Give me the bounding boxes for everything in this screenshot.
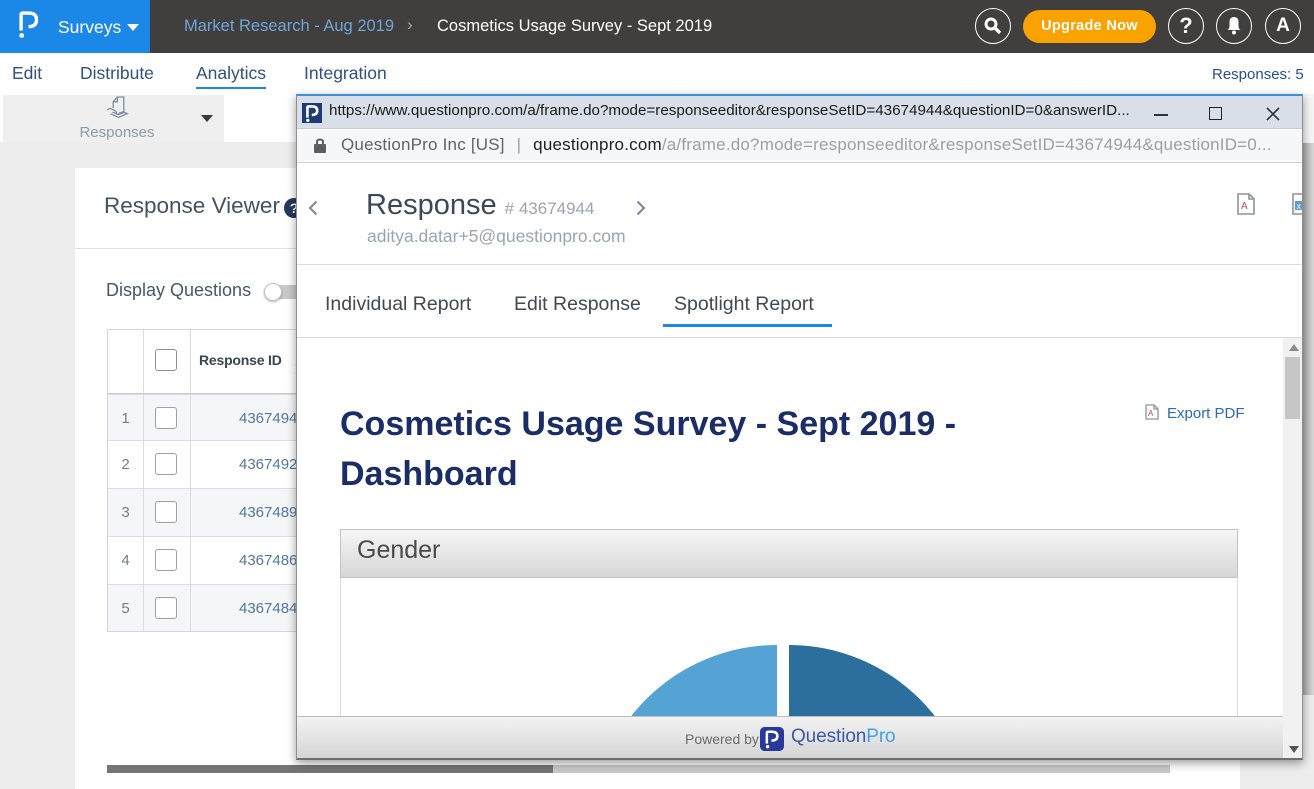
- svg-text:x: x: [1297, 201, 1302, 211]
- svg-text:A: A: [1148, 409, 1154, 418]
- svg-text:A: A: [1241, 201, 1248, 212]
